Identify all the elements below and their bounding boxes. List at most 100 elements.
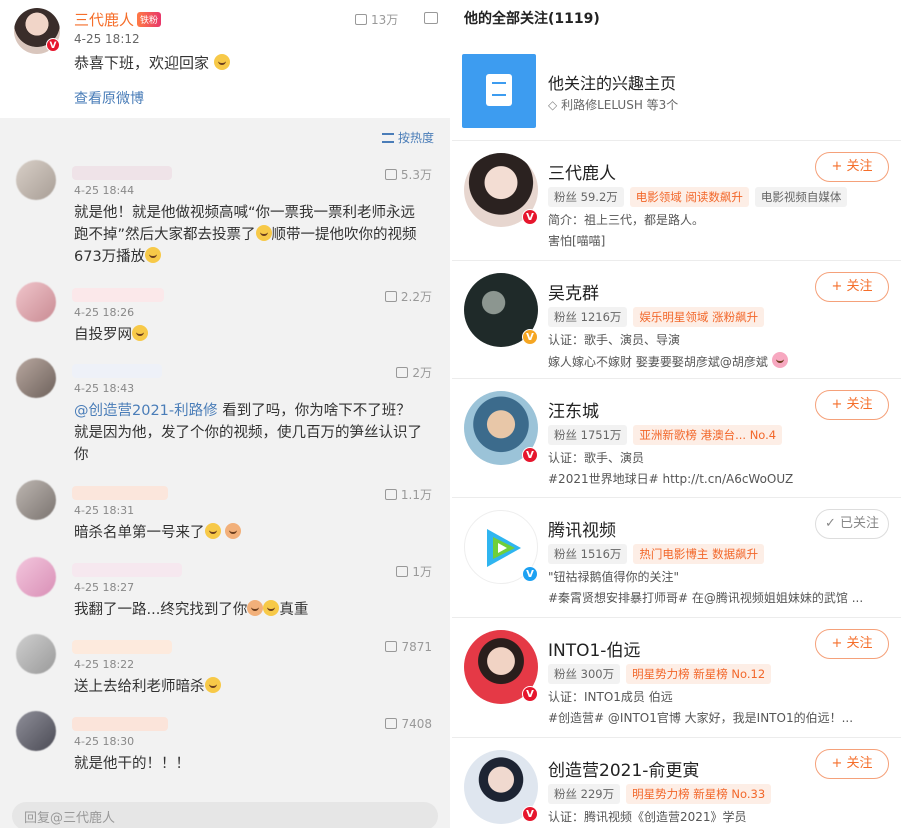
user-bio: 认证：歌手、演员	[548, 451, 645, 465]
rank-badge[interactable]: 亚洲新歌榜 港澳台... No.4	[633, 425, 783, 445]
sort-by-hot-button[interactable]: 按热度	[381, 129, 434, 146]
interest-subtitle-text: 利路修LELUSH 等3个	[561, 98, 679, 112]
diamond-icon: ◇	[548, 98, 558, 112]
following-user-item[interactable]: V INTO1-伯远 + 关注 粉丝 300万 明星势力榜 新星榜 No.12 认…	[452, 617, 901, 737]
comment-time: 4-25 18:22	[74, 658, 135, 671]
comment-item: 4-25 18:22 7871 送上去给利老师暗杀	[0, 634, 450, 704]
following-user-item[interactable]: V 汪东城 + 关注 粉丝 1751万 亚洲新歌榜 港澳台... No.4 认证：…	[452, 378, 901, 498]
avatar[interactable]	[16, 358, 56, 398]
following-user-item[interactable]: V 吴克群 + 关注 粉丝 1216万 娱乐明星领域 涨粉飙升 认证：歌手、演员、…	[452, 260, 901, 380]
comment-text: 就是他！就是他做视频高喊“你一票我一票利老师永远跑不掉”然后大家都去投票了 顺带一…	[74, 202, 424, 268]
interest-pages-entry[interactable]: 他关注的兴趣主页 ◇ 利路修LELUSH 等3个	[462, 54, 892, 128]
avatar[interactable]	[16, 282, 56, 322]
post-text-content: 恭喜下班，欢迎回家	[74, 54, 210, 72]
comment-text-content: 暗杀名单第一号来了	[74, 525, 205, 541]
verified-icon: V	[522, 806, 538, 822]
comment-text: 自投罗网	[74, 324, 424, 346]
user-bio: 认证：腾讯视频《创造营2021》学员	[548, 810, 747, 824]
username-blurred[interactable]	[72, 717, 168, 731]
doge-emoji-icon	[145, 247, 162, 263]
thumb-up-icon	[396, 566, 409, 577]
interest-subtitle: ◇ 利路修LELUSH 等3个	[548, 96, 678, 113]
username-blurred[interactable]	[72, 486, 168, 500]
user-name[interactable]: 三代鹿人	[548, 159, 616, 184]
mention-link[interactable]: @创造营2021-利路修	[74, 403, 218, 419]
verified-icon: V	[522, 686, 538, 702]
comment-like-button[interactable]: 5.3万	[384, 166, 432, 183]
category-badge: 电影视频自媒体	[754, 187, 848, 207]
thumb-up-icon	[384, 291, 397, 302]
like-count: 1.1万	[400, 488, 432, 502]
fans-count: 粉丝 59.2万	[548, 187, 624, 207]
comment-like-button[interactable]: 1.1万	[384, 486, 432, 503]
thumb-up-icon	[385, 641, 398, 652]
comment-text: 我翻了一路...终究找到了你 真重	[74, 599, 424, 621]
avatar[interactable]	[16, 711, 56, 751]
user-badges: 粉丝 300万 明星势力榜 新星榜 No.12	[548, 664, 777, 684]
user-name[interactable]: 创造营2021-俞更寅	[548, 756, 699, 781]
rank-badge[interactable]: 电影领域 阅读数飙升	[629, 187, 749, 207]
user-badges: 粉丝 59.2万 电影领域 阅读数飙升 电影视频自媒体	[548, 187, 853, 207]
user-latest: 害怕[喵喵]	[548, 234, 606, 248]
user-bio: 认证：INTO1成员 伯远	[548, 690, 673, 704]
comment-text-content: 自投罗网	[74, 327, 132, 343]
fans-count: 粉丝 1751万	[548, 425, 628, 445]
comment-like-button[interactable]: 7871	[385, 640, 432, 654]
rank-badge[interactable]: 明星势力榜 新星榜 No.33	[626, 784, 772, 804]
muscle-emoji-icon	[247, 600, 264, 616]
follow-button[interactable]: + 关注	[815, 152, 889, 182]
comment-like-button[interactable]: 2.2万	[384, 288, 432, 305]
following-user-item[interactable]: V 腾讯视频 ✓ 已关注 粉丝 1516万 热门电影博主 数据飙升 "钮祜禄鹅值得…	[452, 497, 901, 617]
like-count: 1万	[412, 565, 432, 579]
username-blurred[interactable]	[72, 364, 162, 378]
following-user-item[interactable]: V 创造营2021-俞更寅 + 关注 粉丝 229万 明星势力榜 新星榜 No.3…	[452, 737, 901, 828]
view-original-link[interactable]: 查看原微博	[74, 88, 144, 108]
following-title: 他的全部关注(1119)	[464, 11, 600, 27]
avatar[interactable]	[16, 160, 56, 200]
user-badges: 粉丝 1516万 热门电影博主 数据飙升	[548, 544, 770, 564]
rank-badge[interactable]: 明星势力榜 新星榜 No.12	[626, 664, 772, 684]
avatar[interactable]	[16, 557, 56, 597]
username-blurred[interactable]	[72, 563, 182, 577]
heart-emoji-icon	[771, 352, 788, 368]
comment-like-button[interactable]: 1万	[396, 563, 432, 580]
username-blurred[interactable]	[72, 640, 172, 654]
avatar[interactable]	[16, 480, 56, 520]
fans-count: 粉丝 1516万	[548, 544, 628, 564]
sort-bar: 按热度	[0, 118, 450, 156]
thumbs-up-emoji-icon	[225, 523, 242, 539]
comment-icon[interactable]	[424, 12, 438, 24]
follow-button[interactable]: + 关注	[815, 390, 889, 420]
reply-input[interactable]: 回复@三代鹿人	[12, 802, 438, 828]
user-badges: 粉丝 229万 明星势力榜 新星榜 No.33	[548, 784, 777, 804]
verified-icon: V	[522, 447, 538, 463]
user-name[interactable]: 腾讯视频	[548, 516, 616, 541]
follow-button[interactable]: + 关注	[815, 749, 889, 779]
doge-emoji-icon	[263, 600, 280, 616]
comment-text-content: 就是他干的！！！	[74, 756, 190, 772]
rank-badge[interactable]: 娱乐明星领域 涨粉飙升	[633, 307, 765, 327]
sort-icon	[381, 133, 394, 143]
user-name[interactable]: 汪东城	[548, 397, 599, 422]
post-author[interactable]: 三代鹿人	[74, 9, 134, 30]
comment-like-button[interactable]: 7408	[385, 717, 432, 731]
follow-button[interactable]: + 关注	[815, 272, 889, 302]
comment-time: 4-25 18:44	[74, 184, 135, 197]
user-badges: 粉丝 1216万 娱乐明星领域 涨粉飙升	[548, 307, 770, 327]
post-like-button[interactable]: 13万	[355, 11, 398, 28]
comment-like-button[interactable]: 2万	[396, 364, 432, 381]
username-blurred[interactable]	[72, 166, 172, 180]
avatar[interactable]	[16, 634, 56, 674]
fan-badge: 铁粉	[137, 12, 162, 27]
user-name[interactable]: 吴克群	[548, 279, 599, 304]
following-user-item[interactable]: V 三代鹿人 + 关注 粉丝 59.2万 电影领域 阅读数飙升 电影视频自媒体 简介…	[452, 140, 901, 260]
followed-button[interactable]: ✓ 已关注	[815, 509, 889, 539]
follow-button[interactable]: + 关注	[815, 629, 889, 659]
reply-bar: 回复@三代鹿人	[0, 796, 450, 828]
username-blurred[interactable]	[72, 288, 164, 302]
user-name[interactable]: INTO1-伯远	[548, 636, 640, 661]
rank-badge[interactable]: 热门电影博主 数据飙升	[633, 544, 765, 564]
verified-icon: V	[522, 566, 538, 582]
comment-time: 4-25 18:26	[74, 306, 135, 319]
comment-item: 4-25 18:26 2.2万 自投罗网	[0, 282, 450, 352]
